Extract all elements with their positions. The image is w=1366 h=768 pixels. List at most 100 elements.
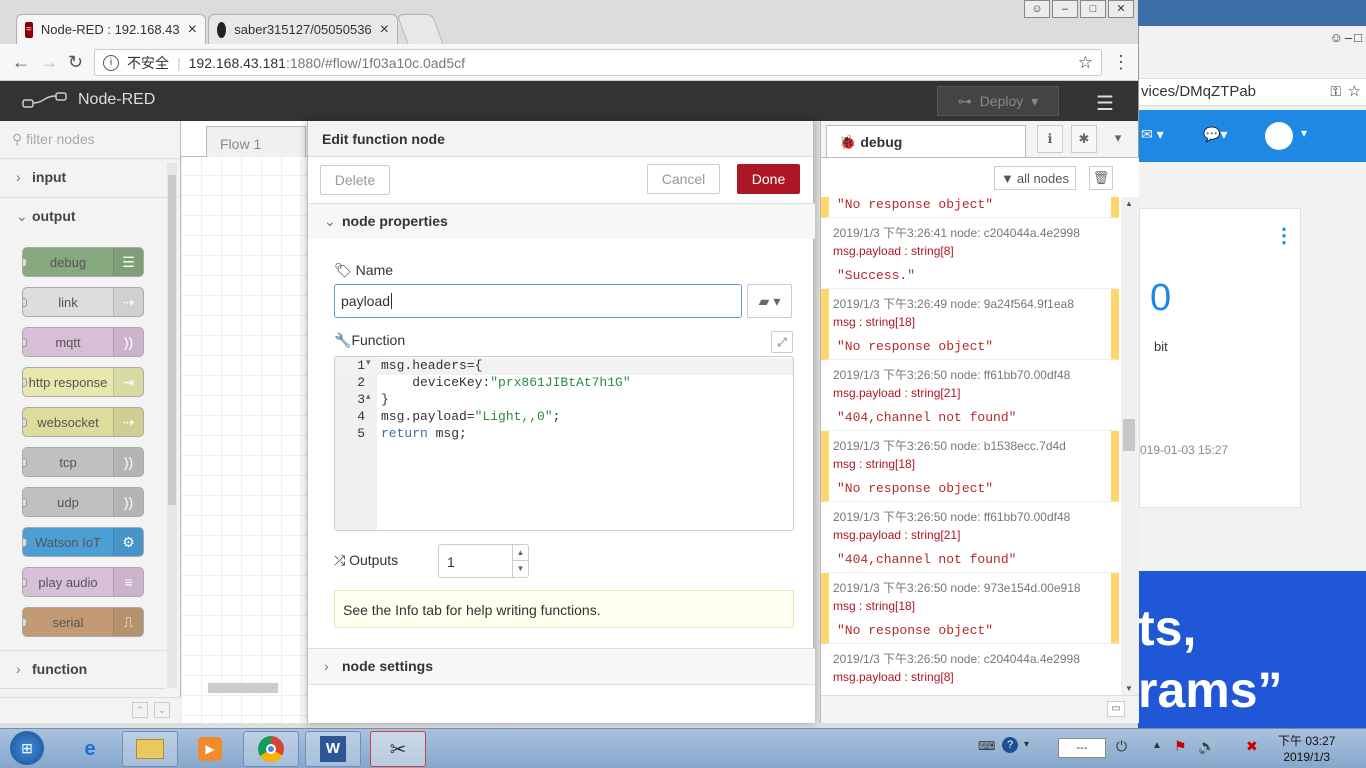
palette-node-udp[interactable]: udp)) — [22, 487, 144, 517]
palette-node-tcp[interactable]: tcp)) — [22, 447, 144, 477]
fold-icon[interactable]: ▾ — [366, 358, 371, 368]
scroll-up-icon[interactable]: ▲ — [1125, 199, 1133, 208]
palette-node-watson-iot[interactable]: Watson IoT ⚙ — [22, 527, 144, 557]
fold-icon[interactable]: ▴ — [366, 392, 371, 402]
new-tab-button[interactable] — [396, 14, 444, 44]
tray-title: Edit function node — [308, 121, 813, 157]
debug-message[interactable]: 2019/1/3 下午3:26:50 node: ff61bb70.00df48… — [821, 502, 1119, 573]
chevron-down-icon[interactable]: ▾ — [1301, 126, 1307, 140]
debug-message[interactable]: 2019/1/3 下午3:26:50 node: c204044a.4e2998… — [821, 644, 1119, 695]
close-icon[interactable]: × — [380, 21, 389, 39]
delete-button[interactable]: Delete — [320, 165, 390, 195]
debug-message[interactable]: 2019/1/3 下午3:26:50 node: b1538ecc.7d4d ms… — [821, 431, 1119, 502]
star-icon[interactable]: ☆ — [1078, 53, 1093, 73]
word-icon[interactable]: W — [305, 731, 361, 767]
outputs-spinner[interactable]: 1 ▲ ▼ — [438, 544, 529, 578]
scroll-down-icon[interactable]: ▼ — [1125, 684, 1133, 693]
palette-node-debug[interactable]: debug ☰ — [22, 247, 144, 277]
back-arrow-icon[interactable]: ← — [12, 52, 30, 73]
snipping-tool-icon[interactable]: ✂ — [370, 731, 426, 767]
collapse-all-icon[interactable]: ⌃ — [132, 702, 148, 718]
menu-kebab-icon[interactable]: ⋮ — [1112, 52, 1130, 73]
palette-node-link[interactable]: link ⇢ — [22, 287, 144, 317]
category-function[interactable]: › function — [0, 650, 166, 689]
code-editor[interactable]: 1 ▾ msg.headers={ 2 deviceKey:"prx861JIBtA… — [334, 356, 794, 531]
filter-nodes-input[interactable]: ⚲ filter nodes — [0, 121, 180, 159]
start-button-icon[interactable]: ⊞ — [10, 731, 44, 765]
category-output[interactable]: ⌄ output — [0, 198, 180, 237]
language-indicator-icon[interactable]: ▾ — [1024, 739, 1029, 750]
flow-workspace[interactable]: Flow 1 — [181, 121, 307, 723]
expand-editor-icon[interactable]: ⤢ — [771, 331, 793, 353]
palette-node-mqtt[interactable]: mqtt)) — [22, 327, 144, 357]
chevron-down-icon[interactable]: ▾ — [1031, 93, 1038, 110]
filter-nodes-button[interactable]: ▼ all nodes — [994, 166, 1076, 190]
flag-icon[interactable]: ⚑ — [1174, 738, 1187, 755]
spinner-down-icon[interactable]: ▼ — [512, 561, 528, 577]
tab-github[interactable]: saber315127/05050536 × — [208, 14, 398, 44]
system-clock[interactable]: 下午 03:27 2019/1/3 — [1278, 733, 1335, 765]
debug-message[interactable]: 2019/1/3 下午3:26:50 node: 973e154d.00e918… — [821, 573, 1119, 644]
network-icon[interactable]: ✖ — [1246, 738, 1258, 755]
hamburger-menu-icon[interactable]: ☰ — [1096, 91, 1114, 116]
palette-node-serial[interactable]: serial ⎍ — [22, 607, 144, 637]
debug-message[interactable]: 2019/1/3 下午3:26:50 node: ff61bb70.00df48… — [821, 360, 1119, 431]
deploy-button[interactable]: ⊶ Deploy ▾ — [937, 86, 1059, 116]
sidebar-menu-chevron-icon[interactable]: ▾ — [1105, 125, 1131, 153]
debug-message[interactable]: 2019/1/3 下午3:26:49 node: 9a24f564.9f1ea8… — [821, 289, 1119, 360]
category-input[interactable]: › input — [0, 159, 180, 198]
star-icon[interactable]: ☆ — [1348, 82, 1361, 100]
close-icon[interactable]: × — [188, 21, 197, 39]
section-node-properties[interactable]: ⌄ node properties — [308, 203, 815, 239]
avatar[interactable] — [1265, 122, 1293, 150]
chrome-icon[interactable] — [243, 731, 299, 767]
minimize-button[interactable]: – — [1052, 0, 1078, 18]
reload-icon[interactable]: ↻ — [68, 52, 83, 73]
keyboard-icon[interactable]: ⌨ — [978, 739, 995, 753]
mail-icon[interactable]: ✉ ▾ — [1141, 126, 1164, 143]
library-button[interactable]: ▰ ▾ — [747, 284, 792, 318]
info-tab-icon[interactable]: ℹ — [1037, 125, 1063, 153]
debug-message[interactable]: "No response object" — [821, 197, 1119, 218]
palette-node-websocket[interactable]: websocket ⇢ — [22, 407, 144, 437]
info-icon[interactable]: i — [103, 54, 119, 71]
ime-toolbar[interactable]: --- — [1058, 738, 1106, 758]
key-icon[interactable]: ⚿ — [1330, 83, 1341, 100]
palette-node-play-audio[interactable]: play audio ≡ — [22, 567, 144, 597]
maximize-button[interactable]: □ — [1354, 30, 1362, 45]
more-icon[interactable]: ⋮ — [1274, 223, 1294, 248]
chat-icon[interactable]: 💬▾ — [1203, 126, 1227, 143]
monitor-icon[interactable]: ▭ — [1107, 701, 1125, 717]
file-explorer-icon[interactable] — [122, 731, 178, 767]
expand-all-icon[interactable]: ⌄ — [154, 702, 170, 718]
spinner-up-icon[interactable]: ▲ — [512, 545, 528, 561]
address-bar-fragment[interactable]: vices/DMqZTPab ⚿ ☆ — [1139, 78, 1366, 106]
user-icon[interactable]: ☺ — [1330, 30, 1343, 45]
close-window-button[interactable]: ✕ — [1108, 0, 1134, 18]
tab-debug[interactable]: 🐞 debug — [826, 125, 1026, 157]
tab-node-red[interactable]: ≈ Node-RED : 192.168.43 × — [16, 14, 206, 44]
palette-scrollbar[interactable] — [167, 163, 177, 688]
cancel-button[interactable]: Cancel — [647, 164, 720, 194]
volume-icon[interactable]: 🔊 — [1198, 738, 1215, 755]
internet-explorer-icon[interactable]: e — [62, 731, 118, 767]
done-button[interactable]: Done — [737, 164, 800, 194]
workspace-scrollbar[interactable] — [208, 683, 278, 693]
user-icon[interactable]: ☺ — [1024, 0, 1050, 18]
debug-message[interactable]: 2019/1/3 下午3:26:41 node: c204044a.4e2998… — [821, 218, 1119, 289]
address-bar[interactable]: i 不安全 | 192.168.43.181:1880/#flow/1f03a1… — [94, 49, 1102, 76]
debug-scrollbar[interactable]: ▲ ▼ — [1121, 197, 1139, 695]
media-player-icon[interactable]: ▶ — [182, 731, 238, 767]
minimize-button[interactable]: – — [1345, 30, 1352, 45]
section-node-settings[interactable]: › node settings — [308, 648, 815, 684]
name-input[interactable]: payload — [334, 284, 742, 318]
palette-node-http-response[interactable]: http response ⇥ — [22, 367, 144, 397]
help-icon[interactable]: ? — [1002, 737, 1018, 753]
maximize-button[interactable]: □ — [1080, 0, 1106, 18]
tab-flow-1[interactable]: Flow 1 — [206, 126, 306, 157]
debug-tab-icon[interactable]: ✱ — [1071, 125, 1097, 153]
forward-arrow-icon[interactable]: → — [40, 52, 58, 73]
show-hidden-icons-icon[interactable]: ▲ — [1152, 740, 1162, 751]
clear-messages-icon[interactable]: 🗑 — [1089, 166, 1113, 190]
power-plug-icon[interactable]: ⏻ — [1116, 738, 1127, 755]
